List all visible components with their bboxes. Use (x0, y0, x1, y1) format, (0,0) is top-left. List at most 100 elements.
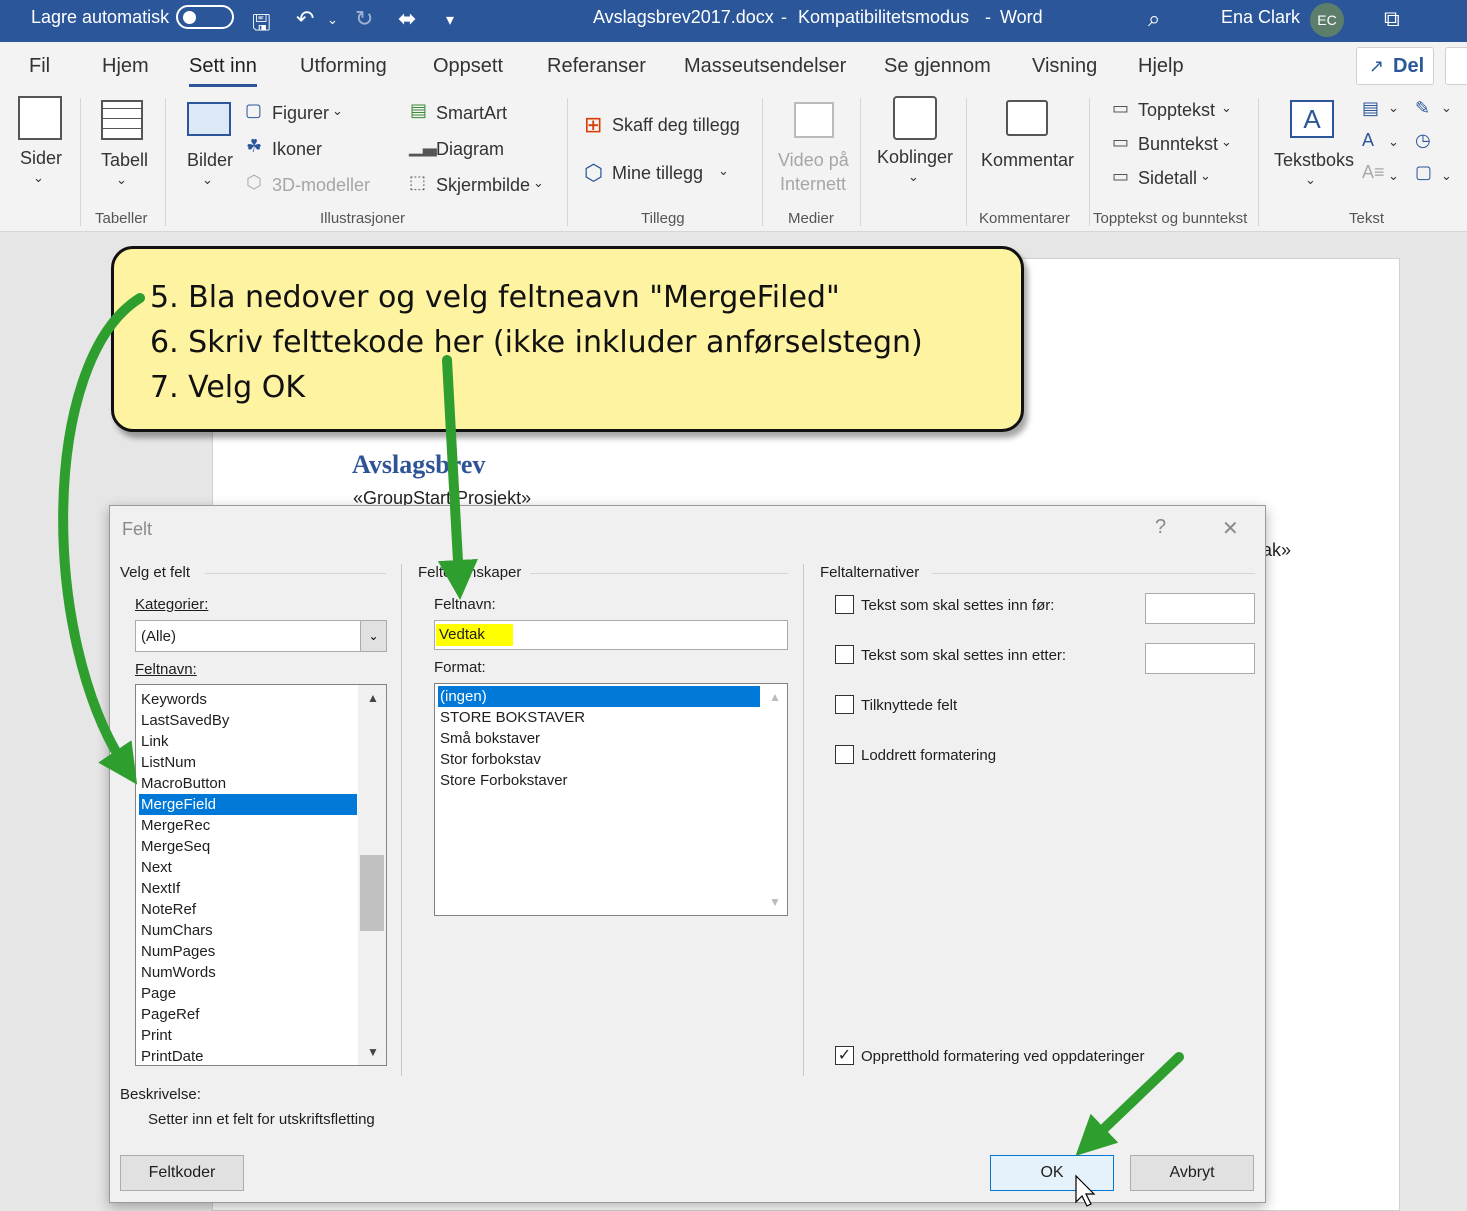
tab-hjem[interactable]: Hjem (102, 55, 149, 78)
search-icon[interactable]: ⌕ (1148, 6, 1160, 32)
chevron-down-icon[interactable]: ⌄ (116, 172, 127, 188)
chevron-down-icon[interactable]: ⌄ (1200, 168, 1211, 184)
smartart-button[interactable]: SmartArt (436, 103, 507, 124)
field-name-item[interactable]: NextIf (139, 878, 357, 899)
layout-icon[interactable]: ⬌ (398, 6, 416, 32)
sidetall-button[interactable]: Sidetall (1138, 168, 1197, 189)
chevron-down-icon[interactable]: ⌄ (202, 172, 213, 188)
checkbox-text-after[interactable] (835, 645, 854, 664)
kommentar-button[interactable]: Kommentar (981, 150, 1074, 171)
checkbox-linked-fields[interactable] (835, 695, 854, 714)
bilder-button[interactable]: Bilder (187, 150, 233, 171)
text-after-input[interactable] (1145, 643, 1255, 674)
user-name[interactable]: Ena Clark (1221, 7, 1300, 28)
ok-button[interactable]: OK (990, 1155, 1114, 1191)
merge-field-fragment[interactable]: ak» (1262, 540, 1291, 561)
diagram-button[interactable]: Diagram (436, 139, 504, 160)
avatar[interactable]: EC (1310, 3, 1344, 37)
date-time-icon[interactable]: ◷ (1415, 130, 1431, 151)
mine-tillegg-button[interactable]: Mine tillegg (612, 163, 703, 184)
chevron-down-icon[interactable]: ⌄ (1388, 134, 1399, 150)
redo-icon[interactable]: ↻ (355, 6, 373, 32)
field-name-item[interactable]: MergeSeq (139, 836, 357, 857)
chevron-down-icon[interactable]: ⌄ (533, 175, 544, 191)
scroll-up-icon[interactable]: ▲ (769, 690, 781, 704)
drop-cap-icon[interactable]: A≡ (1362, 162, 1385, 183)
checkbox-vertical-formatting[interactable] (835, 745, 854, 764)
chevron-down-icon[interactable]: ⌄ (908, 169, 919, 185)
field-name-item[interactable]: Next (139, 857, 357, 878)
tab-sett-inn[interactable]: Sett inn (189, 55, 257, 87)
chevron-down-icon[interactable]: ⌄ (1221, 100, 1232, 116)
field-name-item[interactable]: NumWords (139, 962, 357, 983)
skjermbilde-button[interactable]: Skjermbilde (436, 175, 530, 196)
tab-referanser[interactable]: Referanser (547, 55, 646, 78)
tab-hjelp[interactable]: Hjelp (1138, 55, 1184, 78)
field-name-item[interactable]: MacroButton (139, 773, 357, 794)
tekstboks-button[interactable]: Tekstboks (1274, 150, 1354, 171)
tab-oppsett[interactable]: Oppsett (433, 55, 503, 78)
tab-se-gjennom[interactable]: Se gjennom (884, 55, 991, 78)
undo-icon[interactable]: ↶ (296, 6, 314, 32)
tabell-button[interactable]: Tabell (101, 150, 148, 171)
format-item[interactable]: STORE BOKSTAVER (438, 707, 760, 728)
field-name-item[interactable]: LastSavedBy (139, 710, 357, 731)
autosave-toggle[interactable] (176, 5, 234, 29)
field-name-item[interactable]: Link (139, 731, 357, 752)
undo-dropdown-icon[interactable]: ⌄ (327, 12, 338, 28)
help-icon[interactable]: ? (1155, 516, 1166, 539)
chevron-down-icon[interactable]: ⌄ (1388, 100, 1399, 116)
checkbox-text-before[interactable] (835, 595, 854, 614)
scroll-down-icon[interactable]: ▼ (769, 895, 781, 909)
scrollbar-thumb[interactable] (360, 855, 384, 931)
ikoner-button[interactable]: Ikoner (272, 139, 322, 160)
close-icon[interactable]: ✕ (1222, 516, 1239, 541)
field-name-item[interactable]: MergeRec (139, 815, 357, 836)
chevron-down-icon[interactable]: ⌄ (1305, 172, 1316, 188)
topptekst-button[interactable]: Topptekst (1138, 100, 1215, 121)
categories-dropdown[interactable]: (Alle) ⌄ (135, 620, 387, 652)
object-icon[interactable]: ▢ (1415, 162, 1432, 183)
field-name-item[interactable]: Keywords (139, 689, 357, 710)
sider-button[interactable]: Sider (20, 148, 62, 169)
ribbon-display-icon[interactable]: ⧉ (1384, 6, 1400, 32)
field-name-item[interactable]: Print (139, 1025, 357, 1046)
field-name-item[interactable]: NumPages (139, 941, 357, 962)
chevron-down-icon[interactable]: ⌄ (1221, 134, 1232, 150)
field-name-item[interactable]: NoteRef (139, 899, 357, 920)
tab-fil[interactable]: Fil (29, 55, 50, 78)
format-list-scrollbar[interactable]: ▲ ▼ (761, 684, 787, 915)
chevron-down-icon[interactable]: ⌄ (1388, 168, 1399, 184)
chevron-down-icon[interactable]: ⌄ (33, 170, 44, 186)
tab-utforming[interactable]: Utforming (300, 55, 387, 78)
signature-line-icon[interactable]: ✎ (1415, 98, 1430, 119)
field-name-item[interactable]: Page (139, 983, 357, 1004)
wordart-icon[interactable]: A (1362, 130, 1374, 151)
document-heading[interactable]: Avslagsbrev (352, 450, 485, 480)
3d-modeller-button[interactable]: 3D-modeller (272, 175, 370, 196)
share-button[interactable]: Del (1356, 47, 1434, 85)
chevron-down-icon[interactable]: ⌄ (360, 621, 386, 651)
field-codes-button[interactable]: Feltkoder (120, 1155, 244, 1191)
text-before-input[interactable] (1145, 593, 1255, 624)
field-names-list[interactable]: Keywords LastSavedBy Link ListNum MacroButto… (135, 684, 387, 1066)
field-name-item[interactable]: PageRef (139, 1004, 357, 1025)
field-name-item[interactable]: PrintDate (139, 1046, 357, 1065)
format-item[interactable]: (ingen) (438, 686, 760, 707)
format-item[interactable]: Store Forbokstaver (438, 770, 760, 791)
quick-parts-icon[interactable]: ▤ (1362, 98, 1379, 119)
bunntekst-button[interactable]: Bunntekst (1138, 134, 1218, 155)
video-button-line2[interactable]: Internett (780, 174, 846, 195)
field-name-item[interactable]: ListNum (139, 752, 357, 773)
format-item[interactable]: Små bokstaver (438, 728, 760, 749)
skaff-tillegg-button[interactable]: Skaff deg tillegg (612, 115, 740, 136)
scroll-up-icon[interactable]: ▲ (367, 691, 379, 705)
cancel-button[interactable]: Avbryt (1130, 1155, 1254, 1191)
scroll-down-icon[interactable]: ▼ (367, 1045, 379, 1059)
video-button-line1[interactable]: Video på (778, 150, 849, 171)
chevron-down-icon[interactable]: ⌄ (1441, 100, 1452, 116)
field-name-input[interactable]: Vedtak (434, 620, 788, 650)
tab-visning[interactable]: Visning (1032, 55, 1097, 78)
comments-button[interactable] (1445, 47, 1467, 85)
field-name-item[interactable]: NumChars (139, 920, 357, 941)
